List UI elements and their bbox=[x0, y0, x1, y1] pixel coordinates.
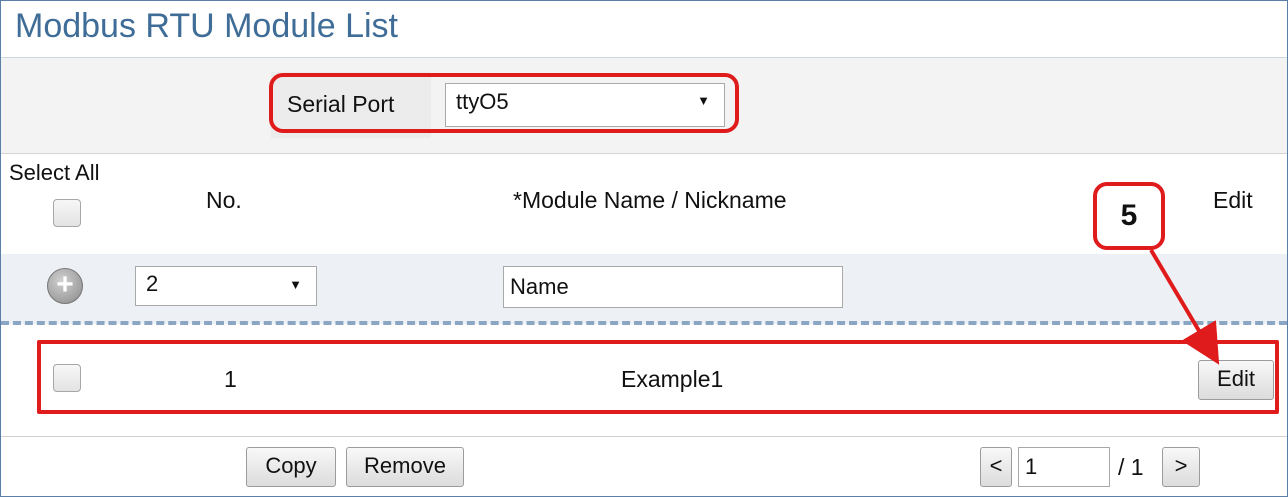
callout-arrow bbox=[1149, 248, 1220, 365]
step-callout: 5 bbox=[1093, 182, 1165, 250]
modbus-module-list-panel: Modbus RTU Module List Serial Port ttyO5… bbox=[0, 0, 1288, 497]
